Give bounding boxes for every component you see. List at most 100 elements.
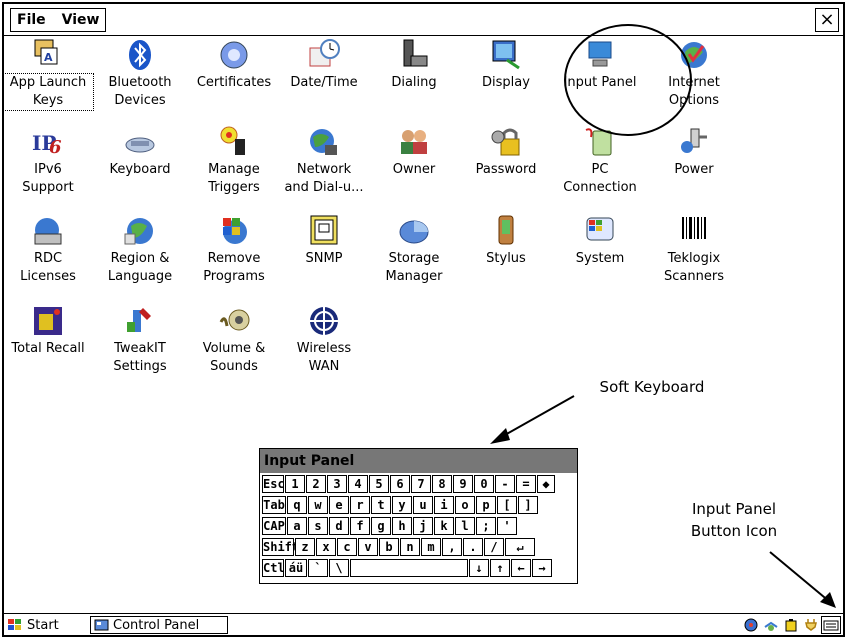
keyboard-key[interactable]: g: [371, 517, 391, 535]
keyboard-key[interactable]: ↵: [505, 538, 535, 556]
keyboard-key[interactable]: [350, 559, 468, 577]
control-panel-item[interactable]: Date/Time: [279, 38, 369, 92]
control-panel-item[interactable]: Wireless WAN: [279, 304, 369, 376]
network-tray-icon[interactable]: [743, 617, 759, 633]
control-panel-item[interactable]: Password: [461, 125, 551, 179]
connection-tray-icon[interactable]: [763, 617, 779, 633]
control-panel-item-label: Keyboard: [109, 162, 171, 177]
bluetooth-icon: [123, 38, 157, 72]
control-panel-item[interactable]: A App Launch Keys: [4, 38, 94, 111]
keyboard-key[interactable]: m: [421, 538, 441, 556]
control-panel-item[interactable]: Keyboard: [95, 125, 185, 179]
input-panel-button-annotation: Input Panel Button Icon: [690, 500, 778, 540]
keyboard-key[interactable]: Tab: [262, 496, 286, 514]
keyboard-key[interactable]: y: [392, 496, 412, 514]
menu-view[interactable]: View: [62, 12, 100, 28]
keyboard-key[interactable]: s: [308, 517, 328, 535]
control-panel-item[interactable]: Teklogix Scanners: [649, 214, 739, 286]
control-panel-item[interactable]: IP 6 IPv6 Support: [4, 125, 93, 197]
keyboard-key[interactable]: h: [392, 517, 412, 535]
control-panel-item[interactable]: Owner: [369, 125, 459, 179]
control-panel-item[interactable]: System: [555, 214, 645, 268]
keyboard-key[interactable]: z: [295, 538, 315, 556]
keyboard-key[interactable]: e: [329, 496, 349, 514]
keyboard-key[interactable]: ': [497, 517, 517, 535]
keyboard-key[interactable]: t: [371, 496, 391, 514]
control-panel-item-label: Certificates: [196, 75, 272, 90]
keyboard-key[interactable]: ◆: [537, 475, 555, 493]
keyboard-key[interactable]: Ctl: [262, 559, 285, 577]
keyboard-key[interactable]: l: [455, 517, 475, 535]
keyboard-key[interactable]: 0: [474, 475, 494, 493]
start-button[interactable]: Start: [6, 616, 59, 634]
control-panel-item[interactable]: Certificates: [189, 38, 279, 92]
keyboard-key[interactable]: 3: [327, 475, 347, 493]
keyboard-key[interactable]: q: [287, 496, 307, 514]
keyboard-key[interactable]: c: [337, 538, 357, 556]
keyboard-key[interactable]: j: [413, 517, 433, 535]
keyboard-key[interactable]: 9: [453, 475, 473, 493]
keyboard-key[interactable]: 4: [348, 475, 368, 493]
keyboard-key[interactable]: Shift: [262, 538, 299, 556]
keyboard-key[interactable]: w: [308, 496, 328, 514]
input-panel-button[interactable]: [821, 616, 841, 634]
keyboard-key[interactable]: áü: [285, 559, 307, 577]
keyboard-key[interactable]: 6: [390, 475, 410, 493]
control-panel-item[interactable]: TweakIT Settings: [95, 304, 185, 376]
control-panel-item[interactable]: Stylus: [461, 214, 551, 268]
keyboard-key[interactable]: →: [532, 559, 552, 577]
keyboard-key[interactable]: 2: [306, 475, 326, 493]
keyboard-key[interactable]: 5: [369, 475, 389, 493]
keyboard-key[interactable]: 7: [411, 475, 431, 493]
keyboard-key[interactable]: -: [495, 475, 515, 493]
keyboard-key[interactable]: p: [476, 496, 496, 514]
keyboard-key[interactable]: ,: [442, 538, 462, 556]
keyboard-key[interactable]: Esc: [262, 475, 285, 493]
keyboard-key[interactable]: ]: [518, 496, 538, 514]
keyboard-key[interactable]: CAP: [262, 517, 286, 535]
control-panel-item[interactable]: Remove Programs: [189, 214, 279, 286]
keyboard-key[interactable]: o: [455, 496, 475, 514]
keyboard-key[interactable]: ←: [511, 559, 531, 577]
keyboard-key[interactable]: b: [379, 538, 399, 556]
keyboard-key[interactable]: r: [350, 496, 370, 514]
keyboard-key[interactable]: 8: [432, 475, 452, 493]
keyboard-key[interactable]: /: [484, 538, 504, 556]
keyboard-key[interactable]: n: [400, 538, 420, 556]
control-panel-item[interactable]: Total Recall: [4, 304, 93, 358]
control-panel-item[interactable]: Dialing: [369, 38, 459, 92]
keyboard-key[interactable]: i: [434, 496, 454, 514]
keyboard-key[interactable]: =: [516, 475, 536, 493]
keyboard-key[interactable]: \: [329, 559, 349, 577]
menu-file[interactable]: File: [17, 12, 46, 28]
keyboard-key[interactable]: ;: [476, 517, 496, 535]
keyboard-key[interactable]: x: [316, 538, 336, 556]
power-plug-tray-icon[interactable]: [803, 617, 819, 633]
control-panel-item[interactable]: Network and Dial-u...: [279, 125, 369, 197]
control-panel-item[interactable]: Region & Language: [95, 214, 185, 286]
battery-tray-icon[interactable]: [783, 617, 799, 633]
keyboard-key[interactable]: k: [434, 517, 454, 535]
control-panel-item[interactable]: Bluetooth Devices: [95, 38, 185, 110]
control-panel-item[interactable]: Power: [649, 125, 739, 179]
control-panel-item[interactable]: RDC Licenses: [4, 214, 93, 286]
keyboard-key[interactable]: a: [287, 517, 307, 535]
control-panel-item[interactable]: SNMP: [279, 214, 369, 268]
control-panel-item[interactable]: Manage Triggers: [189, 125, 279, 197]
keyboard-key[interactable]: [: [497, 496, 517, 514]
keyboard-key[interactable]: .: [463, 538, 483, 556]
keyboard-key[interactable]: `: [308, 559, 328, 577]
keyboard-key[interactable]: 1: [285, 475, 305, 493]
keyboard-key[interactable]: d: [329, 517, 349, 535]
control-panel-item[interactable]: Volume & Sounds: [189, 304, 279, 376]
keyboard-key[interactable]: f: [350, 517, 370, 535]
taskbar-control-panel[interactable]: Control Panel: [90, 616, 228, 634]
input-panel-title: Input Panel: [260, 449, 577, 473]
keyboard-key[interactable]: v: [358, 538, 378, 556]
close-button[interactable]: ×: [815, 8, 839, 32]
keyboard-key[interactable]: u: [413, 496, 433, 514]
control-panel-item[interactable]: Display: [461, 38, 551, 92]
control-panel-item[interactable]: Storage Manager: [369, 214, 459, 286]
keyboard-key[interactable]: ↓: [469, 559, 489, 577]
keyboard-key[interactable]: ↑: [490, 559, 510, 577]
